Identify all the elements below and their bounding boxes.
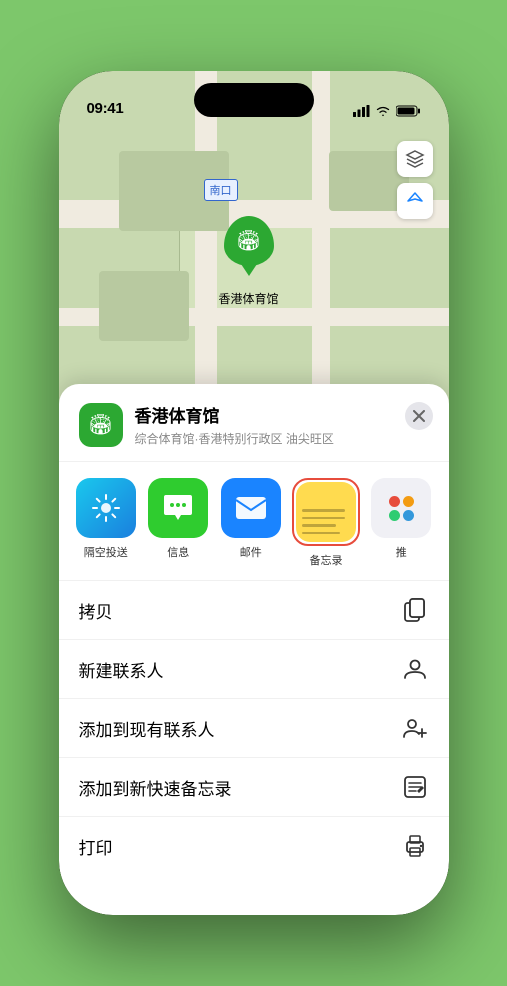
- print-icon: [401, 832, 429, 860]
- close-button[interactable]: [405, 402, 433, 430]
- copy-svg-icon: [404, 598, 426, 622]
- action-add-contact[interactable]: 添加到现有联系人: [59, 699, 449, 758]
- more-label: 推: [396, 544, 407, 560]
- share-row: 隔空投送 信息: [59, 462, 449, 581]
- mail-icon-wrap: [221, 478, 281, 538]
- map-type-button[interactable]: [397, 141, 433, 177]
- action-new-contact[interactable]: 新建联系人: [59, 640, 449, 699]
- action-new-contact-label: 新建联系人: [79, 657, 164, 682]
- new-contact-icon: [401, 655, 429, 683]
- stadium-icon: 🏟: [236, 231, 261, 251]
- share-message[interactable]: 信息: [147, 478, 210, 560]
- stadium-marker: 🏟 香港体育馆: [219, 216, 279, 307]
- quick-note-icon: [401, 773, 429, 801]
- share-airdrop[interactable]: 隔空投送: [75, 478, 138, 560]
- close-icon: [413, 410, 425, 422]
- action-copy[interactable]: 拷贝: [59, 581, 449, 640]
- location-header: 🏟 香港体育馆 综合体育馆·香港特别行政区 油尖旺区: [59, 384, 449, 462]
- person-add-icon: [402, 716, 428, 740]
- wifi-icon: [375, 105, 391, 117]
- mail-icon: [234, 495, 268, 521]
- phone-frame: 09:41: [59, 71, 449, 915]
- copy-icon: [401, 596, 429, 624]
- bottom-sheet: 🏟 香港体育馆 综合体育馆·香港特别行政区 油尖旺区: [59, 384, 449, 915]
- message-label: 信息: [167, 544, 189, 560]
- location-arrow-icon: [406, 192, 424, 210]
- stadium-label: 香港体育馆: [219, 290, 279, 307]
- status-time: 09:41: [87, 100, 124, 117]
- signal-icon: [353, 105, 370, 117]
- share-mail[interactable]: 邮件: [220, 478, 283, 560]
- message-icon-wrap: [148, 478, 208, 538]
- location-info: 香港体育馆 综合体育馆·香港特别行政区 油尖旺区: [135, 402, 429, 447]
- airdrop-label: 隔空投送: [84, 544, 128, 560]
- memo-icon: [403, 775, 427, 799]
- location-subtitle: 综合体育馆·香港特别行政区 油尖旺区: [135, 430, 429, 447]
- action-print[interactable]: 打印: [59, 817, 449, 875]
- airdrop-icon: [91, 493, 121, 523]
- battery-icon: [396, 105, 421, 117]
- share-notes[interactable]: 备忘录: [292, 478, 360, 568]
- message-icon: [162, 493, 194, 523]
- action-quick-note[interactable]: 添加到新快速备忘录: [59, 758, 449, 817]
- status-icons: [353, 105, 421, 117]
- notes-icon-wrap: [296, 482, 356, 542]
- action-quick-note-label: 添加到新快速备忘录: [79, 775, 232, 800]
- airdrop-icon-wrap: [76, 478, 136, 538]
- mail-label: 邮件: [240, 544, 262, 560]
- notes-label: 备忘录: [310, 552, 343, 568]
- action-add-contact-label: 添加到现有联系人: [79, 716, 215, 741]
- map-nankou-label: 南口: [204, 179, 238, 201]
- dynamic-island: [194, 83, 314, 117]
- action-copy-label: 拷贝: [79, 598, 113, 623]
- action-list: 拷贝 新建联系人: [59, 581, 449, 875]
- more-icon-wrap: [371, 478, 431, 538]
- map-layers-icon: [405, 149, 425, 169]
- location-venue-icon: 🏟: [79, 403, 123, 447]
- person-icon: [403, 657, 427, 681]
- location-button[interactable]: [397, 183, 433, 219]
- phone-screen: 09:41: [59, 71, 449, 915]
- add-contact-icon: [401, 714, 429, 742]
- print-svg-icon: [403, 835, 427, 857]
- share-more[interactable]: 推: [370, 478, 433, 560]
- notes-selected-outline: [292, 478, 360, 546]
- action-print-label: 打印: [79, 834, 113, 859]
- location-name: 香港体育馆: [135, 402, 429, 427]
